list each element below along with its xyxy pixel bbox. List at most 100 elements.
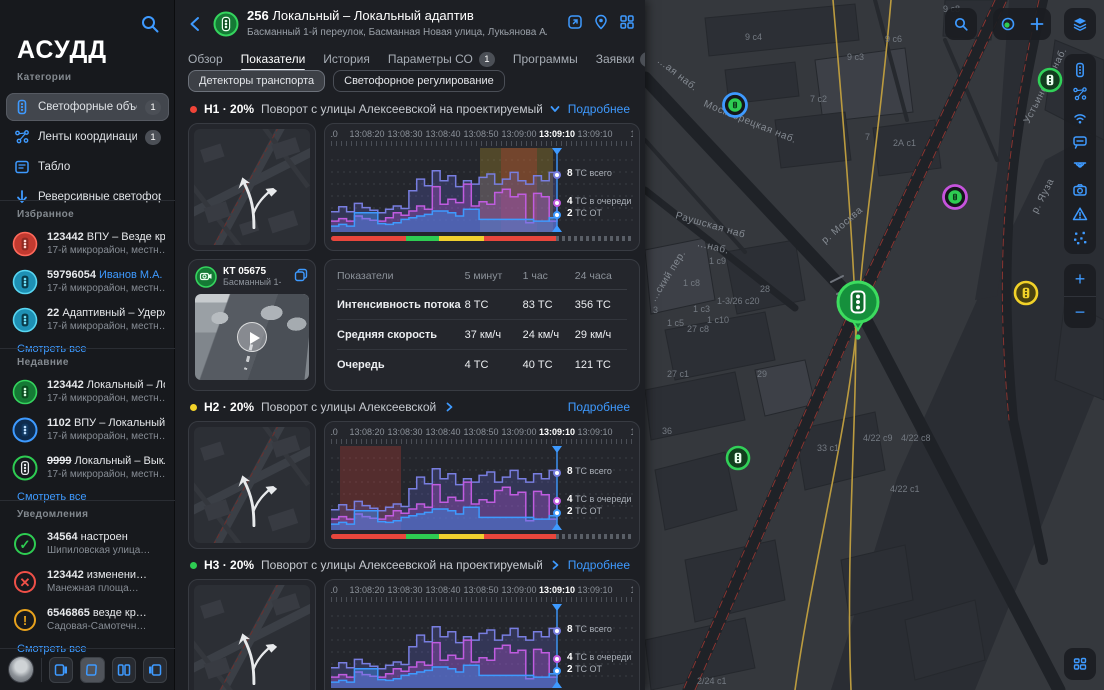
building-number-label: 1-3/26 с20 xyxy=(717,296,760,306)
map-search-button[interactable] xyxy=(945,8,977,40)
dome-camera-layer-icon[interactable] xyxy=(1072,158,1088,174)
chevron-right-icon[interactable] xyxy=(549,559,561,571)
building-number-label: 9 с6 xyxy=(885,34,902,44)
object-title: 256 Локальный – Локальный адаптив xyxy=(247,8,474,23)
locate-icon[interactable] xyxy=(1000,16,1016,32)
list-item[interactable]: 123442 Локальный – Локал…17-й микрорайон… xyxy=(0,373,175,411)
details-link[interactable]: Подробнее xyxy=(568,400,630,414)
dashboard-icon[interactable] xyxy=(619,14,635,30)
phase-strip xyxy=(331,534,633,539)
details-link[interactable]: Подробнее xyxy=(568,102,630,116)
chart-tick-ruler xyxy=(331,439,633,444)
tab-history[interactable]: История xyxy=(323,52,370,66)
tab-indicators[interactable]: Показатели xyxy=(241,52,306,66)
map-layers-button[interactable] xyxy=(1064,8,1096,40)
status-dot-red xyxy=(190,106,197,113)
turn-scheme-thumbnail[interactable] xyxy=(188,123,316,251)
building-number-label: 1 с8 xyxy=(683,278,700,288)
notifications-section: Уведомления ✓ 34564 настроенШипиловская … xyxy=(0,492,175,657)
photo-camera-layer-icon[interactable] xyxy=(1072,182,1088,198)
list-item[interactable]: 59796054 Иванов М.А. Ди…17-й микрорайон,… xyxy=(0,263,175,301)
direction-h3-header: Н3 · 20% Поворот с улицы Алексеевской на… xyxy=(190,558,630,572)
traffic-chart-h3[interactable]: 8:1013:08:2013:08:3013:08:4013:08:5013:0… xyxy=(324,579,640,690)
incident-layer-icon[interactable] xyxy=(1072,206,1088,222)
search-icon[interactable] xyxy=(140,14,160,34)
layout-single-icon xyxy=(84,662,100,678)
sidebar-item-coordination-bands[interactable]: Ленты координации 1 xyxy=(6,123,169,151)
back-button[interactable] xyxy=(187,15,205,33)
coordination-layer-icon[interactable] xyxy=(1072,86,1088,102)
list-item[interactable]: ✓ 34564 настроенШипиловская улица… xyxy=(0,525,175,563)
camera-status-icon xyxy=(195,266,217,288)
layout-split-button[interactable] xyxy=(112,657,136,683)
tab-programs[interactable]: Программы xyxy=(513,52,578,66)
list-item[interactable]: 1102 ВПУ – Локальный цик…17-й микрорайон… xyxy=(0,411,175,449)
chart-tick-ruler xyxy=(331,597,633,602)
chip-transport-detectors[interactable]: Детекторы транспорта xyxy=(188,70,325,92)
sign-layer-icon[interactable] xyxy=(1072,134,1088,150)
tab-parameters[interactable]: Параметры СО1 xyxy=(388,52,495,67)
map[interactable]: ...ая наб.Москворецкая наб.Раушская наб.… xyxy=(645,0,1104,690)
list-item[interactable]: ✕ 123442 изменени…Манежная площа… xyxy=(0,563,175,601)
scatter-layer-icon[interactable] xyxy=(1072,230,1088,246)
tab-overview[interactable]: Обзор xyxy=(188,52,223,66)
map-zoom-control: + − xyxy=(1064,264,1096,328)
tab-badge: 1 xyxy=(479,52,495,67)
traffic-chart-h2[interactable]: 8:1013:08:2013:08:3013:08:4013:08:5013:0… xyxy=(324,421,640,549)
copy-icon[interactable] xyxy=(294,268,308,282)
user-avatar[interactable] xyxy=(8,656,34,683)
map-marker-yellow xyxy=(1015,282,1037,304)
search-icon xyxy=(953,16,969,32)
recent-section: Недавние 123442 Локальный – Локал…17-й м… xyxy=(0,340,175,505)
building-number-label: 27 с1 xyxy=(667,369,689,379)
traffic-object-icon-red xyxy=(12,231,38,257)
sidebar-item-traffic-objects[interactable]: Светофорные объекты 1 xyxy=(6,93,169,121)
building-number-label: 9 с4 xyxy=(745,32,762,42)
metrics-table: Показатели 5 минут 1 час 24 часа Интенси… xyxy=(324,259,640,391)
zoom-out-button[interactable]: − xyxy=(1064,297,1096,329)
building-number-label: 1 с10 xyxy=(707,315,729,325)
object-address: Басманный 1-й переулок, Басманная Новая … xyxy=(247,27,547,38)
layout-panel-button[interactable] xyxy=(143,657,167,683)
layout-sidebar-button[interactable] xyxy=(49,657,73,683)
list-item[interactable]: ! 6546865 везде кр…Садовая-Самотечн… xyxy=(0,601,175,639)
chevron-right-icon[interactable] xyxy=(443,401,455,413)
traffic-light-layer-icon[interactable] xyxy=(1072,62,1088,78)
chip-signal-regulation[interactable]: Светофорное регулирование xyxy=(333,70,505,92)
building-number-label: 27 с8 xyxy=(687,324,709,334)
turn-scheme-thumbnail[interactable] xyxy=(188,421,316,549)
warning-icon: ! xyxy=(14,609,36,631)
zoom-in-button[interactable]: + xyxy=(1064,264,1096,297)
list-item[interactable]: 22 Адаптивный – Удержан…17-й микрорайон,… xyxy=(0,301,175,339)
chart-plot[interactable]: 8 ТС всего4 ТС в очереди2 ТС ОТ xyxy=(331,446,633,530)
direction-h1-header: Н1 · 20% Поворот с улицы Алексеевской на… xyxy=(190,102,630,116)
locate-on-map-icon[interactable] xyxy=(593,14,609,30)
play-icon[interactable] xyxy=(237,322,267,352)
map-marker-ring-purple xyxy=(944,186,967,209)
list-item[interactable]: 123442 ВПУ – Везде красн…17-й микрорайон… xyxy=(0,225,175,263)
count-badge: 1 xyxy=(145,130,161,145)
sidebar-item-boards[interactable]: Табло xyxy=(6,153,169,181)
board-icon xyxy=(14,159,30,175)
turn-scheme-thumbnail[interactable] xyxy=(188,579,316,690)
details-link[interactable]: Подробнее xyxy=(568,558,630,572)
chart-time-axis: 8:1013:08:2013:08:3013:08:4013:08:5013:0… xyxy=(331,584,633,597)
chart-plot[interactable]: 8 ТС всего4 ТС в очереди2 ТС ОТ xyxy=(331,604,633,688)
list-item[interactable]: 9999 Локальный – Выключ…17-й микрорайон,… xyxy=(0,449,175,487)
layout-map-button[interactable] xyxy=(80,657,104,683)
detector-layer-icon[interactable] xyxy=(1072,110,1088,126)
add-icon[interactable] xyxy=(1029,16,1045,32)
status-dot-yellow xyxy=(190,404,197,411)
open-external-icon[interactable] xyxy=(567,14,583,30)
building-number-label: 7 xyxy=(865,132,870,142)
layers-icon xyxy=(1072,16,1088,32)
tab-requests[interactable]: Заявки3 xyxy=(596,52,645,67)
map-widgets-button[interactable] xyxy=(1064,648,1096,680)
camera-card: КТ 05675 Басманный 1-… xyxy=(188,259,316,391)
building-number-label: 28 xyxy=(760,284,770,294)
chevron-down-icon[interactable] xyxy=(549,103,561,115)
traffic-chart-h1[interactable]: 8:1013:08:2013:08:3013:08:4013:08:5013:0… xyxy=(324,123,640,251)
chart-tick-ruler xyxy=(331,141,633,146)
camera-video-preview[interactable] xyxy=(195,294,309,380)
chart-plot[interactable]: 8 ТС всего4 ТС в очереди2 ТС ОТ xyxy=(331,148,633,232)
